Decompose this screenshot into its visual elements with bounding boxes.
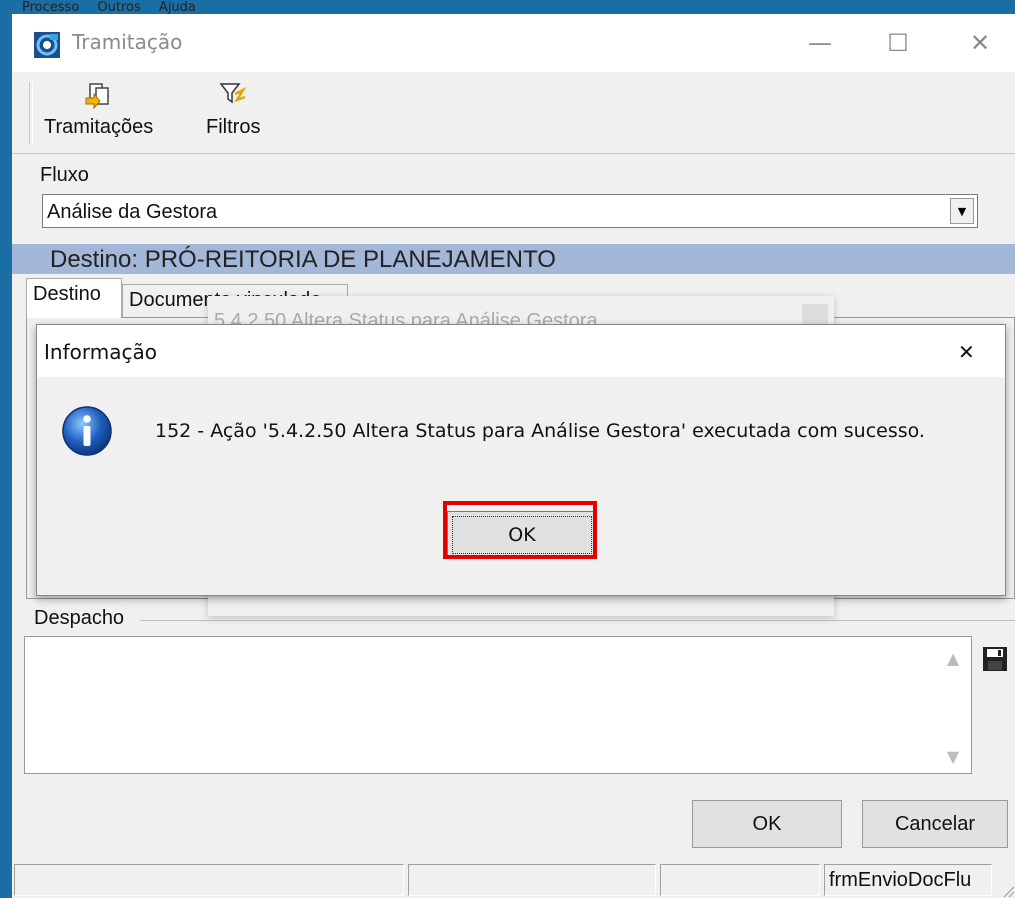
- tramitacao-window: Tramitação — ☐ ✕ Tramitações Filtros Flu…: [12, 14, 1015, 898]
- app-swirl-icon: [34, 32, 60, 58]
- cancel-button[interactable]: Cancelar: [862, 800, 1008, 848]
- ok-button-label: OK: [752, 812, 782, 835]
- background-menu-item: Ajuda: [158, 0, 196, 14]
- status-panel: [14, 864, 404, 896]
- resize-grip-icon[interactable]: [999, 882, 1015, 898]
- destino-banner: Destino: PRÓ-REITORIA DE PLANEJAMENTO: [12, 244, 1015, 274]
- filtros-button[interactable]: Filtros: [206, 80, 260, 139]
- dialog-titlebar[interactable]: Informação ✕: [37, 325, 1005, 377]
- fluxo-selected-value: Análise da Gestora: [47, 201, 218, 223]
- tramitacoes-button[interactable]: Tramitações: [44, 80, 153, 139]
- dialog-title: Informação: [44, 340, 157, 364]
- tramitacoes-icon: [85, 83, 109, 110]
- tab-destino-label: Destino: [33, 283, 101, 305]
- maximize-button[interactable]: ☐: [868, 24, 928, 62]
- despacho-label: Despacho: [34, 607, 127, 630]
- chevron-down-icon[interactable]: ▼: [950, 198, 974, 224]
- scroll-down-icon[interactable]: ▼: [935, 741, 971, 771]
- minimize-icon: —: [808, 29, 832, 57]
- dialog-ok-label: OK: [508, 524, 536, 546]
- toolbar-divider: [12, 153, 1015, 154]
- background-menu-bar: Processo Outros Ajuda: [22, 0, 210, 14]
- fluxo-label: Fluxo: [40, 164, 89, 186]
- scroll-up-icon[interactable]: ▲: [935, 643, 971, 673]
- filtros-label: Filtros: [206, 116, 261, 138]
- filter-icon: [219, 83, 247, 104]
- background-menu-item: Outros: [97, 0, 141, 14]
- status-bar: frmEnvioDocFlu: [12, 862, 1015, 898]
- maximize-icon: ☐: [887, 29, 909, 57]
- information-icon: [62, 406, 112, 456]
- dialog-close-button[interactable]: ✕: [951, 325, 1005, 377]
- cancel-button-label: Cancelar: [894, 812, 976, 835]
- status-panel: [660, 864, 820, 896]
- background-menu-item: Processo: [22, 0, 80, 14]
- status-panel: [408, 864, 656, 896]
- dialog-message: 152 - Ação '5.4.2.50 Altera Status para …: [155, 420, 925, 442]
- status-panel-form-name: frmEnvioDocFlu: [824, 864, 992, 896]
- tramitacoes-label: Tramitações: [44, 116, 154, 138]
- dialog-ok-button[interactable]: OK: [447, 511, 597, 559]
- minimize-button[interactable]: —: [790, 24, 850, 62]
- close-icon: ✕: [958, 340, 975, 364]
- despacho-group-line: [140, 620, 1015, 621]
- information-dialog: Informação ✕ 152 - Ação '5.4.2.50 Altera…: [36, 324, 1006, 596]
- toolbar: Tramitações Filtros: [12, 72, 1015, 154]
- destino-banner-text: Destino: PRÓ-REITORIA DE PLANEJAMENTO: [50, 246, 556, 273]
- tab-destino[interactable]: Destino: [26, 278, 122, 318]
- despacho-textarea[interactable]: ▲ ▼: [24, 636, 972, 774]
- window-titlebar[interactable]: Tramitação — ☐ ✕: [12, 14, 1015, 72]
- fluxo-combobox[interactable]: Análise da Gestora ▼: [42, 194, 978, 228]
- close-window-button[interactable]: ✕: [950, 24, 1010, 62]
- save-icon[interactable]: [982, 646, 1008, 672]
- despacho-scrollbar[interactable]: ▲ ▼: [935, 637, 971, 773]
- close-icon: ✕: [969, 29, 991, 57]
- ok-button[interactable]: OK: [692, 800, 842, 848]
- window-title: Tramitação: [72, 30, 183, 54]
- toolbar-grip: [29, 82, 33, 144]
